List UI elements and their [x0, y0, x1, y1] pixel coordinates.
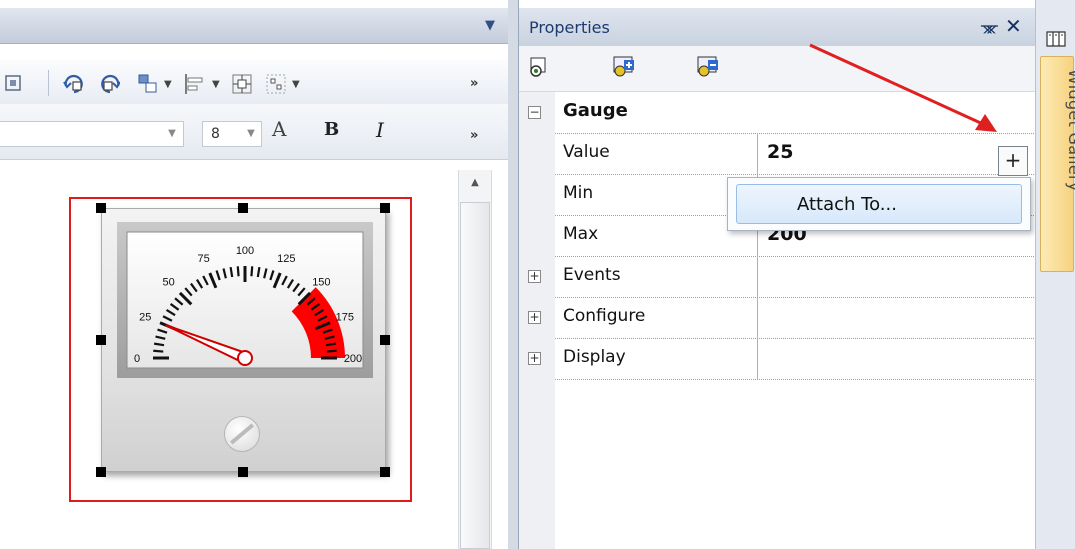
gauge-tick-label: 50	[163, 277, 175, 289]
annotation-arrow	[809, 43, 997, 132]
pin-icon[interactable]: ᚘ	[981, 18, 998, 34]
group-label: Configure	[563, 306, 646, 326]
gauge-minor-tick	[153, 349, 164, 353]
group-label: Display	[563, 347, 626, 367]
italic-button[interactable]: I	[376, 118, 384, 142]
align-icon[interactable]	[182, 72, 204, 94]
resize-handle[interactable]	[96, 335, 106, 345]
widget-gallery-rail: Widget Gallery	[1035, 0, 1075, 549]
gauge-minor-tick	[229, 266, 234, 278]
gauge-minor-tick	[250, 266, 254, 277]
gauge-tick-label: 0	[134, 353, 140, 365]
resize-handle[interactable]	[380, 467, 390, 477]
widget-gallery-label: Widget Gallery	[1065, 69, 1075, 192]
format-overflow-icon[interactable]: »	[470, 128, 478, 143]
column-divider	[757, 133, 758, 379]
pane-splitter[interactable]	[508, 0, 518, 549]
gauge-tick-label: 150	[312, 277, 330, 289]
gauge-face: 0 25 50 75 100 125 150 175 200	[117, 222, 373, 378]
group-icon[interactable]	[2, 72, 24, 94]
layout-toolbar: ▼ ▼ ▼ »	[0, 60, 508, 104]
vertical-scrollbar[interactable]: ▲	[458, 170, 492, 549]
row-divider	[555, 379, 1036, 380]
property-value[interactable]: 25	[767, 141, 793, 163]
expand-icon[interactable]: +	[528, 311, 541, 324]
collapse-icon[interactable]: −	[528, 106, 541, 119]
attach-to-menu-item[interactable]: Attach To...	[736, 184, 1022, 224]
resize-handle[interactable]	[96, 467, 106, 477]
property-grid: − Gauge Value 25 Min Max 200 + Events + …	[519, 92, 1036, 549]
gauge-tick-label: 200	[344, 353, 362, 365]
distribute-icon[interactable]	[264, 72, 286, 94]
gauge-needle-hub	[237, 350, 253, 366]
attach-plus-button[interactable]: +	[998, 146, 1028, 176]
menu-item-label: Attach To...	[797, 194, 897, 215]
gauge-tick-label: 25	[139, 312, 151, 324]
scroll-up-icon[interactable]: ▲	[459, 170, 491, 196]
gauge-minor-tick	[325, 342, 337, 347]
window-menu-dropdown-icon[interactable]: ▼	[480, 16, 500, 36]
resize-handle[interactable]	[238, 203, 248, 213]
gauge-minor-tick	[326, 349, 337, 353]
align-caret-icon[interactable]: ▼	[212, 79, 220, 90]
add-property-icon[interactable]	[611, 54, 637, 80]
resize-handle[interactable]	[238, 467, 248, 477]
widget-gallery-tab[interactable]: Widget Gallery	[1040, 56, 1075, 272]
widget-gallery-icon[interactable]	[1044, 28, 1068, 50]
properties-title: Properties	[529, 18, 610, 37]
remove-property-icon[interactable]	[695, 54, 721, 80]
gauge-minor-tick	[256, 266, 261, 278]
bring-forward-icon[interactable]	[62, 72, 84, 94]
gauge-tick-label: 75	[198, 253, 210, 265]
scrollbar-thumb[interactable]	[460, 202, 490, 549]
expand-icon[interactable]: +	[528, 270, 541, 283]
font-size-value: 8	[211, 126, 220, 142]
toolbar-overflow-icon[interactable]: »	[470, 76, 478, 91]
designer-pane: ▼ ▼ ▼ ▼ » ▼ 8 ▼ A B I » ▲ 0 25 50 75 100…	[0, 0, 508, 549]
property-label: Min	[563, 183, 594, 203]
group-row-display[interactable]: + Display	[519, 338, 1036, 379]
arrange-icon[interactable]	[136, 72, 158, 94]
font-size-combo[interactable]: 8 ▼	[202, 121, 262, 147]
distribute-caret-icon[interactable]: ▼	[292, 79, 300, 90]
resize-handle[interactable]	[380, 335, 390, 345]
bold-button[interactable]: B	[324, 119, 339, 140]
resize-handle[interactable]	[96, 203, 106, 213]
font-family-combo[interactable]: ▼	[0, 121, 184, 147]
center-icon[interactable]	[230, 72, 252, 94]
arrange-caret-icon[interactable]: ▼	[164, 79, 172, 90]
property-label: Value	[563, 142, 610, 162]
grow-font-button[interactable]: A	[272, 117, 286, 141]
chevron-down-icon[interactable]: ▼	[161, 122, 183, 146]
group-label: Gauge	[563, 100, 628, 121]
resize-handle[interactable]	[380, 203, 390, 213]
gauge-tick-label: 125	[277, 253, 295, 265]
gauge-tick-label: 175	[336, 312, 354, 324]
group-row-configure[interactable]: + Configure	[519, 297, 1036, 338]
context-menu: Attach To...	[727, 177, 1031, 231]
expand-icon[interactable]: +	[528, 352, 541, 365]
gauge-tick-label: 100	[236, 245, 254, 257]
categorized-icon[interactable]	[527, 54, 553, 80]
gauge-minor-tick	[236, 266, 240, 277]
property-label: Max	[563, 224, 599, 244]
close-icon[interactable]: ✕	[1005, 14, 1022, 38]
chevron-down-icon[interactable]: ▼	[241, 122, 261, 146]
group-label: Events	[563, 265, 621, 285]
toolbar-separator	[48, 70, 49, 96]
gauge-minor-tick	[153, 342, 165, 347]
designer-titlebar	[0, 8, 508, 44]
group-row-events[interactable]: + Events	[519, 256, 1036, 297]
send-backward-icon[interactable]	[98, 72, 120, 94]
